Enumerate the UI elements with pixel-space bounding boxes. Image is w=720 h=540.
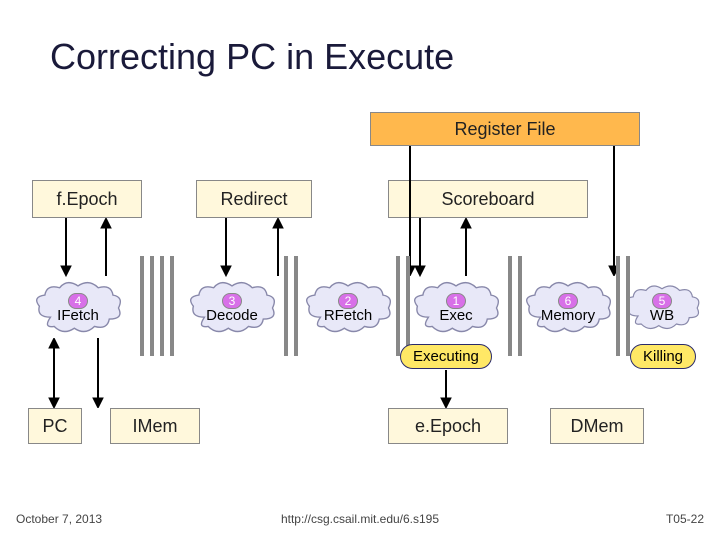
register-file-box: Register File — [370, 112, 640, 146]
arrow-exec-eepoch — [436, 370, 456, 408]
redirect-box: Redirect — [196, 180, 312, 218]
footer-page: T05-22 — [666, 512, 704, 526]
stage-label: Exec — [439, 307, 472, 324]
stage-label: IFetch — [57, 307, 99, 324]
queue-bar — [396, 256, 410, 356]
queue-bar — [284, 256, 298, 356]
arrow-exec-scoreboard — [456, 218, 476, 278]
slide-title: Correcting PC in Execute — [50, 36, 454, 78]
stage-exec: 1 Exec — [410, 278, 502, 338]
stage-label: Decode — [206, 307, 258, 324]
stage-decode: 3 Decode — [186, 278, 278, 338]
queue-bar — [508, 256, 522, 356]
stage-label: Memory — [541, 307, 595, 324]
eepoch-box: e.Epoch — [388, 408, 508, 444]
pc-box: PC — [28, 408, 82, 444]
arrow-fepoch-ifetch — [56, 218, 76, 278]
arrow-ifetch-pc — [44, 338, 64, 408]
arrow-ifetch-down — [88, 338, 108, 408]
arrow-ifetch-fepoch — [96, 218, 116, 278]
fepoch-box: f.Epoch — [32, 180, 142, 218]
imem-box: IMem — [110, 408, 200, 444]
executing-pill: Executing — [400, 344, 492, 369]
stage-rfetch: 2 RFetch — [302, 278, 394, 338]
dmem-box: DMem — [550, 408, 644, 444]
queue-bar — [616, 256, 630, 356]
stage-wb: 5 WB — [622, 278, 702, 338]
stage-ifetch: 4 IFetch — [32, 278, 124, 338]
arrow-redirect-decode — [216, 218, 236, 278]
queue-bar — [160, 256, 174, 356]
killing-pill: Killing — [630, 344, 696, 369]
stage-label: RFetch — [324, 307, 372, 324]
stage-memory: 6 Memory — [522, 278, 614, 338]
footer-url: http://csg.csail.mit.edu/6.s195 — [281, 512, 439, 526]
queue-bar — [140, 256, 154, 356]
footer-date: October 7, 2013 — [16, 512, 102, 526]
stage-label: WB — [650, 307, 674, 324]
